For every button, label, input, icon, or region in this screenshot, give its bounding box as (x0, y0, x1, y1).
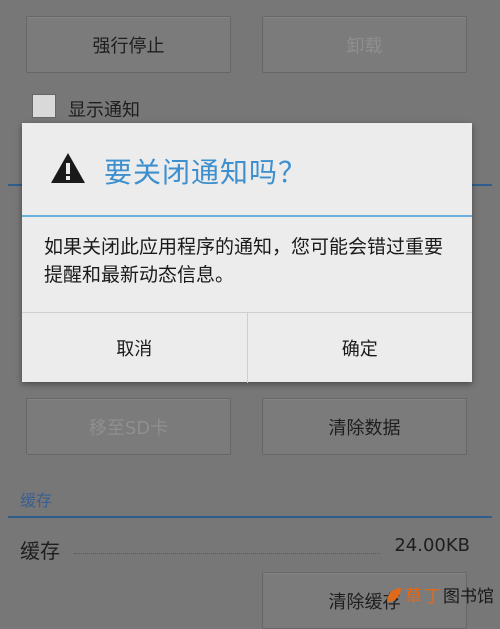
leaf-logo-icon (387, 587, 401, 602)
turn-off-notifications-dialog: 要关闭通知吗？ 如果关闭此应用程序的通知，您可能会错过重要提醒和最新动态信息。 … (22, 123, 472, 383)
watermark-text-2: 丁 (424, 587, 441, 607)
cache-size-value: 24.00KB (394, 535, 470, 556)
dialog-title: 要关闭通知吗？ (104, 156, 308, 189)
show-notifications-checkbox[interactable] (32, 94, 56, 118)
warning-icon (51, 153, 85, 183)
force-stop-button[interactable]: 强行停止 (26, 16, 231, 73)
confirm-button[interactable]: 确定 (246, 313, 473, 383)
move-to-sd-button[interactable]: 移至SD卡 (26, 398, 231, 455)
cache-leader-dots (74, 552, 380, 554)
cache-section-title: 缓存 (20, 491, 53, 510)
dialog-message: 如果关闭此应用程序的通知，您可能会错过重要提醒和最新动态信息。 (44, 236, 444, 286)
clear-data-button[interactable]: 清除数据 (262, 398, 467, 455)
cache-section-divider (8, 516, 492, 518)
dialog-title-divider (22, 215, 472, 217)
dialog-button-bar: 取消 确定 (22, 312, 472, 383)
show-notifications-label: 显示通知 (68, 100, 140, 121)
dialog-header: 要关闭通知吗？ (22, 123, 472, 216)
uninstall-button[interactable]: 卸载 (262, 16, 467, 73)
watermark-text-3: 图书馆 (443, 587, 494, 607)
cache-label: 缓存 (20, 539, 60, 563)
section-divider-right (472, 184, 492, 186)
cancel-button[interactable]: 取消 (22, 313, 247, 383)
watermark-text-1: 草 (405, 587, 422, 607)
watermark: 草丁图书馆 (385, 582, 494, 607)
section-divider-left (8, 184, 22, 186)
